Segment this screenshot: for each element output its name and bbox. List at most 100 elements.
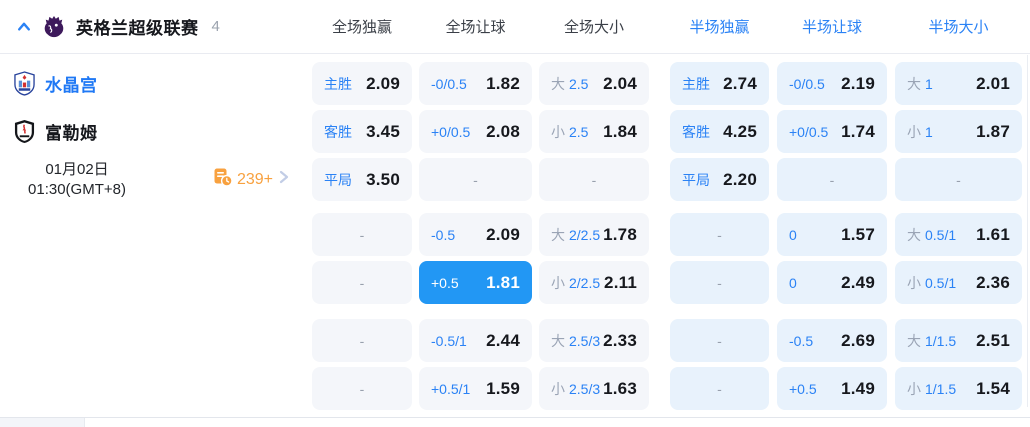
odds-row: 01月02日 01:30(GMT+8) 239+ 平局 3.50 - - 平局 … — [0, 158, 1030, 201]
odds-label: 小 2.5 — [551, 123, 589, 140]
empty-odds-dash: - — [359, 226, 365, 243]
collapse-chevron-up-icon[interactable] — [16, 19, 32, 35]
odds-cell[interactable]: +0/0.5 2.08 — [419, 110, 532, 153]
odds-cell[interactable]: -0.5 2.09 — [419, 213, 532, 256]
odds-cell[interactable]: 平局 3.50 — [312, 158, 412, 201]
odds-cell[interactable]: 大 0.5/1 1.61 — [895, 213, 1022, 256]
away-team-row[interactable]: 富勒姆 — [0, 110, 303, 153]
odds-label: 大 0.5/1 — [907, 226, 957, 243]
odds-cell[interactable]: -0/0.5 2.19 — [777, 62, 887, 105]
odds-value: 2.04 — [603, 73, 637, 93]
odds-cell-selected[interactable]: +0.5 1.81 — [419, 261, 532, 304]
odds-label: 大 2.5 — [551, 75, 589, 92]
odds-cell[interactable]: +0/0.5 1.74 — [777, 110, 887, 153]
odds-cell-empty: - — [670, 213, 769, 256]
odds-cell[interactable]: 小 2/2.5 2.11 — [539, 261, 649, 304]
more-markets-link[interactable]: 239+ — [213, 167, 291, 192]
odds-value: 2.11 — [604, 272, 637, 292]
odds-cell[interactable]: 0 2.49 — [777, 261, 887, 304]
odds-cell-empty: - — [670, 261, 769, 304]
odds-value: 1.78 — [603, 224, 637, 244]
odds-value: 1.74 — [841, 121, 875, 141]
odds-value: 2.08 — [486, 121, 520, 141]
odds-row: 富勒姆 客胜 3.45 +0/0.5 2.08 小 2.5 1.84 客胜 4.25 +0… — [0, 110, 1030, 153]
odds-label: 大1 — [907, 75, 933, 92]
odds-cell[interactable]: 大 2.5/3 2.33 — [539, 319, 649, 362]
odds-cell[interactable]: 客胜 4.25 — [670, 110, 769, 153]
odds-label: 小 2.5/3 — [551, 380, 601, 397]
odds-cell-empty: - — [419, 158, 532, 201]
odds-label: +0/0.5 — [789, 123, 829, 140]
odds-row: 水晶宫 主胜 2.09 -0/0.5 1.82 大 2.5 2.04 主胜 2.74 -0… — [0, 62, 1030, 105]
home-team-row[interactable]: 水晶宫 — [0, 62, 303, 105]
left-spacer — [0, 319, 303, 362]
empty-odds-dash: - — [591, 171, 597, 188]
league-match-count: 4 — [211, 18, 220, 35]
odds-label: 小 2/2.5 — [551, 274, 601, 291]
odds-cell[interactable]: -0.5 2.69 — [777, 319, 887, 362]
odds-cell-empty: - — [539, 158, 649, 201]
odds-value: 2.09 — [486, 224, 520, 244]
odds-label: 客胜 — [324, 123, 352, 140]
home-team-crest-icon — [14, 71, 35, 96]
odds-cell[interactable]: 小 1 1.87 — [895, 110, 1022, 153]
column-header-fulltime-overunder: 全场大小 — [563, 19, 624, 36]
next-section-left-strip — [0, 418, 85, 427]
column-header-fulltime-1x2: 全场独赢 — [331, 19, 392, 36]
odds-cell[interactable]: 大 1/1.5 2.51 — [895, 319, 1022, 362]
empty-odds-dash: - — [956, 171, 961, 188]
odds-value: 1.84 — [603, 121, 637, 141]
odds-label: 主胜 — [324, 75, 352, 92]
odds-board: 英格兰超级联赛 4 全场独赢 全场让球 全场大小 半场独赢 半场让球 半场大小 … — [0, 0, 1030, 427]
odds-label: -0/0.5 — [789, 75, 825, 92]
odds-cell-empty: - — [670, 319, 769, 362]
odds-cell[interactable]: 小 2.5/3 1.63 — [539, 367, 649, 410]
odds-cell[interactable]: 大 2/2.5 1.78 — [539, 213, 649, 256]
empty-odds-dash: - — [717, 274, 722, 291]
left-spacer — [0, 213, 303, 256]
odds-cell[interactable]: 主胜 2.09 — [312, 62, 412, 105]
more-markets-count: 239+ — [236, 170, 273, 188]
odds-value: 2.09 — [366, 73, 400, 93]
odds-value: 1.54 — [976, 378, 1010, 398]
odds-cell[interactable]: 小 0.5/1 2.36 — [895, 261, 1022, 304]
odds-value: 1.63 — [603, 378, 637, 398]
empty-odds-dash: - — [717, 380, 722, 397]
column-header-fulltime-handicap: 全场让球 — [445, 19, 506, 36]
odds-cell[interactable]: 大 2.5 2.04 — [539, 62, 649, 105]
odds-label: 小1 — [907, 123, 933, 140]
odds-label: -0.5 — [431, 226, 456, 243]
odds-value: 1.87 — [976, 121, 1010, 141]
odds-value: 3.50 — [366, 169, 400, 189]
odds-cell[interactable]: 客胜 3.45 — [312, 110, 412, 153]
next-section-divider — [0, 417, 1030, 427]
odds-cell[interactable]: 小 2.5 1.84 — [539, 110, 649, 153]
odds-cell[interactable]: 小 1/1.5 1.54 — [895, 367, 1022, 410]
odds-label: 0 — [789, 226, 797, 243]
odds-cell[interactable]: 大 1 2.01 — [895, 62, 1022, 105]
odds-cell[interactable]: -0.5/1 2.44 — [419, 319, 532, 362]
league-info: 英格兰超级联赛 4 — [0, 14, 303, 39]
odds-cell[interactable]: 0 1.57 — [777, 213, 887, 256]
empty-odds-dash: - — [717, 332, 722, 349]
odds-cell[interactable]: +0.5 1.49 — [777, 367, 887, 410]
empty-odds-dash: - — [829, 171, 835, 188]
match-time: 01:30(GMT+8) — [28, 180, 126, 198]
odds-cell[interactable]: 平局 2.20 — [670, 158, 769, 201]
empty-odds-dash: - — [717, 226, 722, 243]
left-spacer — [0, 367, 303, 410]
odds-cell[interactable]: 主胜 2.74 — [670, 62, 769, 105]
empty-odds-dash: - — [473, 171, 478, 188]
odds-label: 大 2/2.5 — [551, 226, 601, 243]
odds-label: 大 1/1.5 — [907, 332, 957, 349]
odds-label: 小 0.5/1 — [907, 274, 957, 291]
odds-cell-empty: - — [312, 367, 412, 410]
markets-list-clock-icon — [213, 167, 233, 192]
odds-cell[interactable]: -0/0.5 1.82 — [419, 62, 532, 105]
odds-cell[interactable]: +0.5/1 1.59 — [419, 367, 532, 410]
odds-row: - +0.5 1.81 小 2/2.5 2.11 - 0 2.49 小 0.5/1 2.36 — [0, 261, 1030, 304]
odds-cell-empty: - — [895, 158, 1022, 201]
odds-label: 0 — [789, 274, 797, 291]
odds-value: 1.59 — [486, 378, 520, 398]
odds-label: -0.5/1 — [431, 332, 467, 349]
